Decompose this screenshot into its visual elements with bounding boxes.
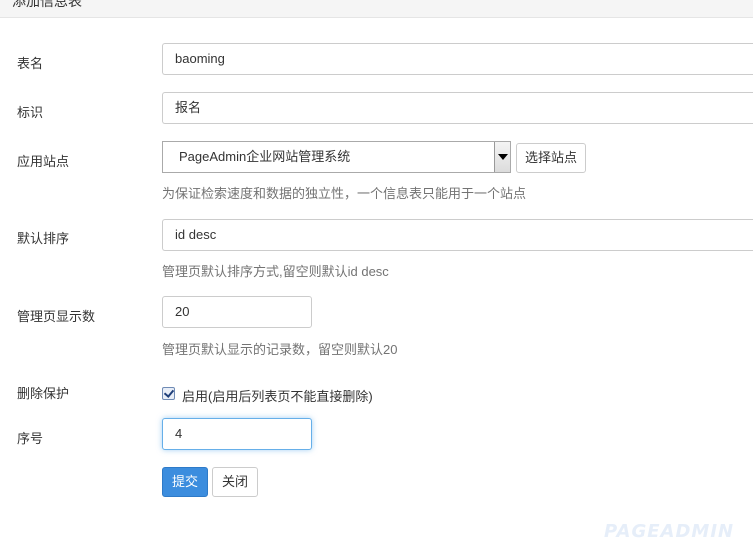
default-sort-hint: 管理页默认排序方式,留空则默认id desc (162, 264, 389, 279)
page-size-hint: 管理页默认显示的记录数，留空则默认20 (162, 342, 398, 357)
order-input[interactable]: 4 (162, 418, 312, 450)
default-sort-input[interactable]: id desc (162, 219, 753, 251)
default-sort-label: 默认排序 (17, 231, 70, 246)
table-name-input[interactable]: baoming (162, 43, 753, 75)
delete-protect-label: 删除保护 (17, 386, 70, 401)
delete-protect-checkbox-label[interactable]: 启用(启用后列表页不能直接删除) (182, 386, 373, 405)
site-label: 应用站点 (17, 154, 70, 169)
site-select[interactable]: PageAdmin企业网站管理系统 (162, 141, 511, 173)
page-title: 添加信息表 (12, 0, 82, 9)
site-hint: 为保证检索速度和数据的独立性，一个信息表只能用于一个站点 (162, 186, 527, 201)
page-size-input[interactable]: 20 (162, 296, 312, 328)
table-name-label: 表名 (17, 56, 44, 71)
close-button[interactable]: 关闭 (212, 467, 258, 497)
choose-site-button[interactable]: 选择站点 (516, 143, 586, 173)
site-select-value: PageAdmin企业网站管理系统 (179, 149, 351, 164)
identifier-label: 标识 (17, 105, 44, 120)
chevron-down-icon[interactable] (494, 142, 510, 172)
watermark-logo: PAGEADMIN (604, 521, 735, 542)
page-header: 添加信息表 (0, 0, 753, 18)
page-size-label: 管理页显示数 (17, 309, 96, 324)
submit-button[interactable]: 提交 (162, 467, 208, 497)
identifier-input[interactable]: 报名 (162, 92, 753, 124)
order-label: 序号 (17, 431, 44, 446)
delete-protect-checkbox[interactable] (162, 387, 175, 400)
